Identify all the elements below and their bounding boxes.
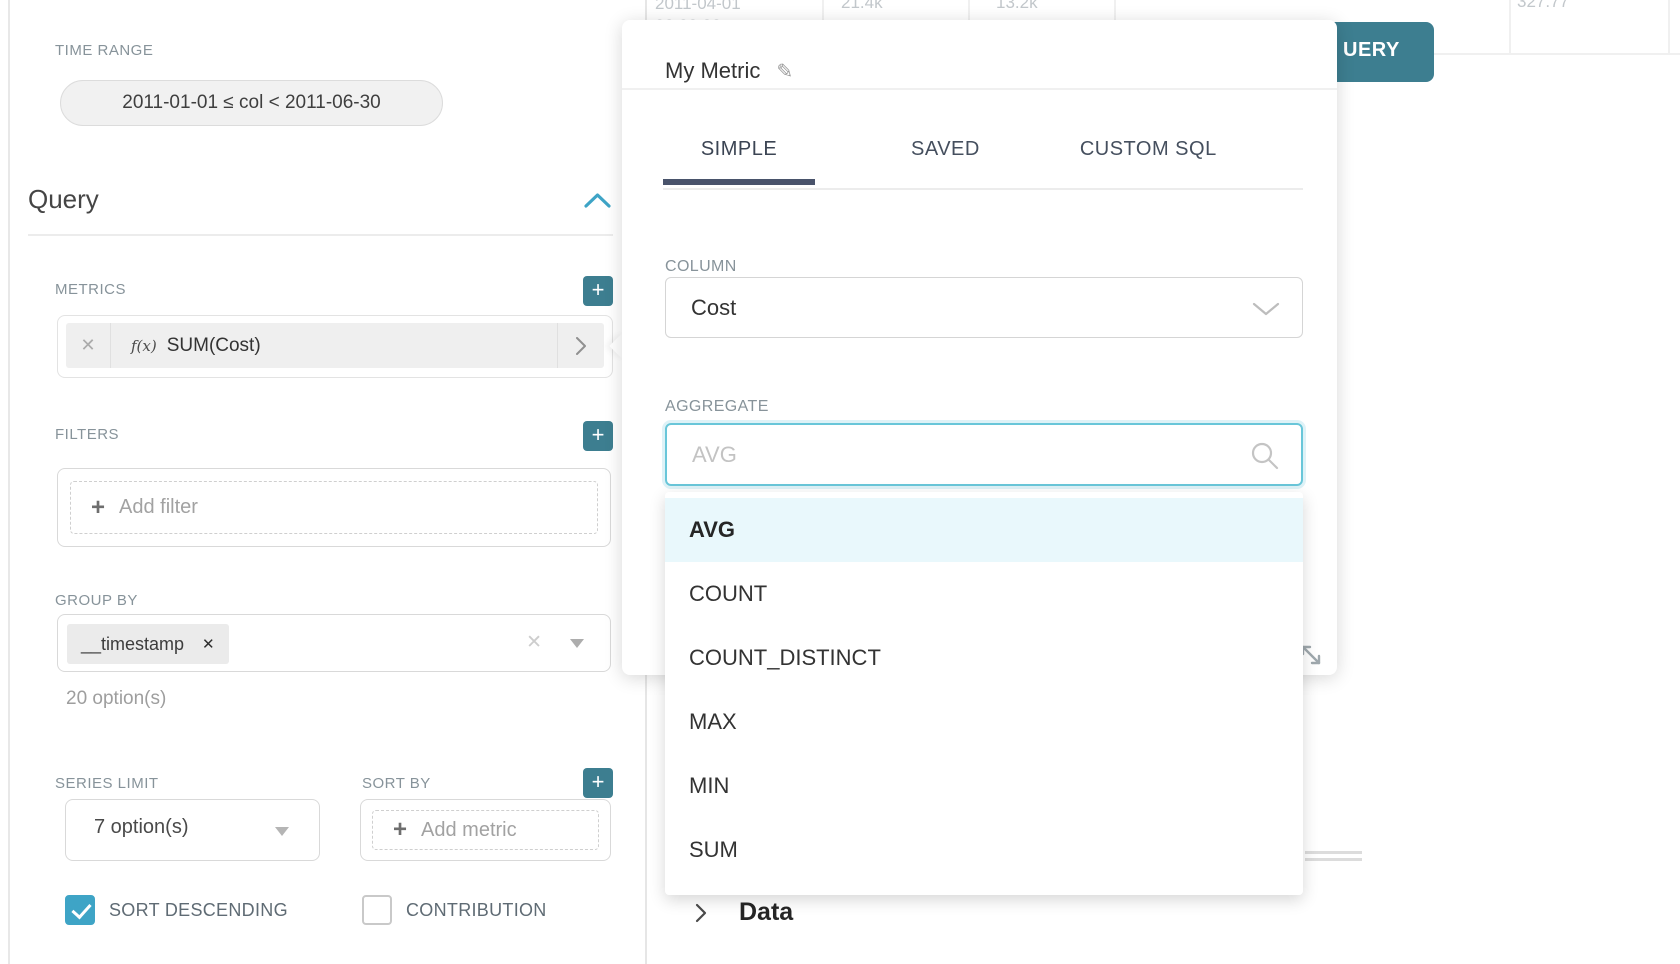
filters-label: FILTERS (55, 426, 119, 443)
table-cell-value: 13.2k (996, 0, 1038, 13)
table-cell-value: 327.77 (1517, 0, 1569, 12)
remove-chip-icon[interactable]: ✕ (202, 635, 215, 653)
series-limit-label: SERIES LIMIT (55, 775, 159, 792)
aggregate-label: AGGREGATE (665, 398, 769, 416)
chevron-right-icon (576, 337, 586, 355)
aggregate-placeholder: AVG (692, 442, 737, 468)
table-gridline (1114, 0, 1116, 22)
group-by-select[interactable]: __timestamp ✕ ✕ (57, 614, 611, 672)
sort-descending-checkbox[interactable] (65, 895, 95, 925)
clear-icon[interactable]: ✕ (526, 631, 542, 654)
aggregate-option-list: AVGCOUNTCOUNT_DISTINCTMAXMINSUM (665, 492, 1303, 895)
sort-by-container: + Add metric (360, 799, 611, 861)
sort-by-label: SORT BY (362, 775, 431, 792)
table-gridline (822, 0, 824, 22)
sort-descending-field: SORT DESCENDING (65, 893, 315, 927)
metric-pill[interactable]: ✕ f(x) SUM(Cost) (66, 323, 604, 368)
query-section-title: Query (28, 184, 99, 215)
panel-left-border (8, 0, 10, 964)
series-limit-value: 7 option(s) (94, 816, 189, 839)
tab-simple[interactable]: SIMPLE (663, 138, 815, 185)
sort-descending-label: SORT DESCENDING (109, 900, 288, 920)
search-icon (1251, 442, 1279, 470)
add-filter-placeholder: Add filter (119, 496, 198, 519)
caret-down-icon (275, 827, 289, 836)
metric-title: My Metric (665, 58, 760, 83)
time-range-chip[interactable]: 2011-01-01 ≤ col < 2011-06-30 (60, 80, 443, 126)
column-value: Cost (691, 295, 736, 321)
series-limit-select[interactable]: 7 option(s) (65, 799, 320, 861)
explore-page: 2011-04-01 00:00:00 21.4k 13.2k 327.77 U… (0, 0, 1680, 964)
add-filter-plus-button[interactable]: + (583, 421, 613, 451)
chevron-down-icon (1252, 302, 1280, 316)
tab-bar: SIMPLE SAVED CUSTOM SQL (663, 138, 1217, 192)
add-metric-plus-button[interactable]: + (583, 276, 613, 306)
group-by-chip[interactable]: __timestamp ✕ (67, 624, 229, 664)
group-by-label: GROUP BY (55, 592, 138, 609)
table-gridline (1509, 0, 1511, 53)
group-by-hint: 20 option(s) (66, 688, 166, 710)
section-divider (28, 234, 613, 236)
chevron-up-icon[interactable] (584, 193, 611, 208)
filters-container: + Add filter (57, 468, 611, 547)
add-sort-metric-placeholder: Add metric (421, 819, 517, 842)
data-panel-toggle[interactable]: Data (695, 898, 793, 927)
aggregate-option-count-distinct[interactable]: COUNT_DISTINCT (665, 626, 1303, 690)
group-by-chip-label: __timestamp (81, 634, 184, 655)
time-range-label: TIME RANGE (55, 42, 153, 59)
contribution-label: CONTRIBUTION (406, 900, 547, 920)
aggregate-option-sum[interactable]: SUM (665, 818, 1303, 882)
metric-expand-button[interactable] (557, 323, 604, 368)
pane-drag-handle[interactable] (1305, 851, 1362, 854)
plus-icon: + (393, 816, 407, 844)
metric-item[interactable]: ✕ f(x) SUM(Cost) (57, 315, 613, 378)
add-sort-metric-button[interactable]: + Add metric (372, 810, 599, 850)
column-select[interactable]: Cost (665, 277, 1303, 338)
table-gridline (968, 0, 970, 22)
metric-name: SUM(Cost) (167, 335, 261, 357)
contribution-checkbox[interactable] (362, 895, 392, 925)
function-icon: f(x) (131, 337, 157, 355)
column-label: COLUMN (665, 258, 737, 276)
aggregate-search-input[interactable]: AVG (665, 423, 1303, 486)
contribution-field: CONTRIBUTION (362, 893, 642, 927)
run-query-label: UERY (1343, 39, 1400, 62)
aggregate-option-count[interactable]: COUNT (665, 562, 1303, 626)
table-gridline (1668, 0, 1670, 53)
popover-title-row: My Metric ✎ (665, 58, 793, 84)
caret-down-icon[interactable] (570, 639, 584, 648)
add-filter-button[interactable]: + Add filter (70, 481, 598, 534)
data-panel-label: Data (739, 898, 793, 927)
aggregate-option-avg[interactable]: AVG (665, 498, 1303, 562)
table-cell-value: 21.4k (841, 0, 883, 13)
metrics-label: METRICS (55, 281, 126, 298)
popover-header-divider (622, 88, 1337, 90)
remove-metric-icon[interactable]: ✕ (66, 323, 111, 368)
aggregate-option-min[interactable]: MIN (665, 754, 1303, 818)
chevron-right-icon (695, 903, 707, 923)
add-sort-plus-button[interactable]: + (583, 768, 613, 798)
plus-icon: + (91, 494, 105, 522)
tab-custom-sql[interactable]: CUSTOM SQL (1080, 138, 1217, 185)
time-range-value: 2011-01-01 ≤ col < 2011-06-30 (122, 92, 381, 114)
pane-drag-handle[interactable] (1305, 858, 1362, 861)
tab-saved[interactable]: SAVED (911, 138, 980, 185)
aggregate-option-max[interactable]: MAX (665, 690, 1303, 754)
edit-pencil-icon[interactable]: ✎ (776, 61, 793, 83)
